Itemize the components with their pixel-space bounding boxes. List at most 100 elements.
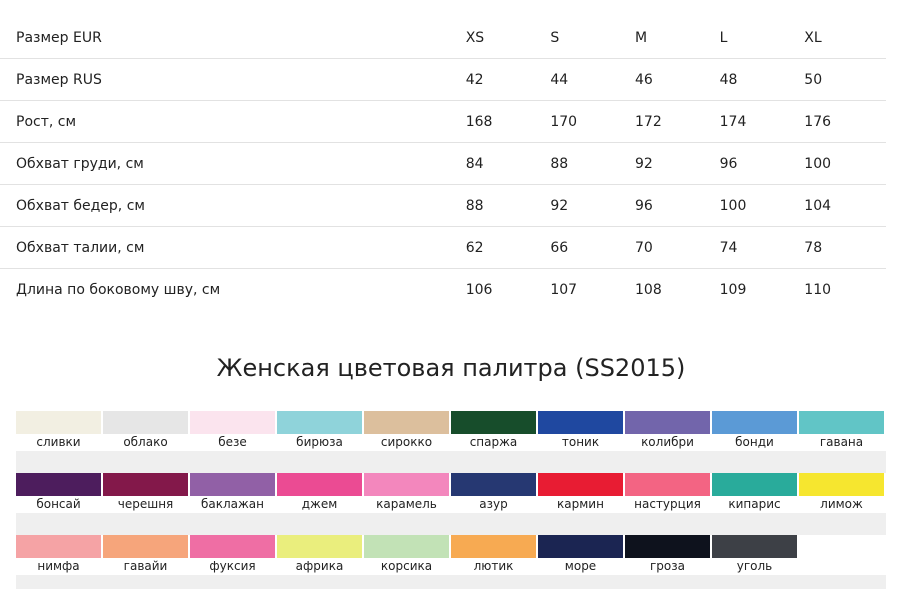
size-cell: 46 <box>635 58 720 101</box>
color-swatch: кипарис <box>712 473 797 513</box>
color-name: безе <box>218 435 247 449</box>
color-chip <box>277 535 362 558</box>
color-chip <box>16 473 101 496</box>
size-cell: 168 <box>465 100 551 143</box>
color-name: баклажан <box>200 497 265 511</box>
color-chip <box>451 535 536 558</box>
color-chip <box>190 411 275 434</box>
color-name: джем <box>301 497 338 511</box>
color-swatch: нимфа <box>16 535 101 575</box>
palette-row-divider <box>16 575 886 589</box>
size-cell: 96 <box>635 184 720 227</box>
size-cell: 88 <box>465 184 551 227</box>
color-name: фуксия <box>209 559 256 573</box>
size-cell: 174 <box>719 100 805 143</box>
size-cell: 106 <box>465 281 493 298</box>
color-name: бирюза <box>296 435 343 449</box>
color-swatch: бирюза <box>277 411 362 451</box>
color-chip <box>364 411 449 434</box>
color-swatch: бонди <box>712 411 797 451</box>
size-cell: 100 <box>719 184 805 227</box>
size-cell: 107 <box>550 281 578 298</box>
color-chip <box>799 411 884 434</box>
color-swatch: уголь <box>712 535 797 575</box>
size-cell: 66 <box>550 226 635 269</box>
color-name: гавана <box>819 435 864 449</box>
color-name: сирокко <box>380 435 433 449</box>
color-swatch: кармин <box>538 473 623 513</box>
color-swatch: спаржа <box>451 411 536 451</box>
size-row-label: Рост, см <box>0 100 466 143</box>
color-name: гроза <box>650 559 685 573</box>
color-chip <box>103 473 188 496</box>
color-name: бонди <box>735 435 774 449</box>
color-name: лютик <box>473 559 514 573</box>
color-chip <box>538 411 623 434</box>
size-cell: L <box>719 17 805 59</box>
color-name: корсика <box>380 559 433 573</box>
size-cell: 42 <box>465 58 551 101</box>
size-cell: 104 <box>804 184 886 227</box>
color-swatch: черешня <box>103 473 188 513</box>
size-row-label: Размер RUS <box>0 58 466 101</box>
size-cell: S <box>550 17 635 59</box>
color-name: колибри <box>641 435 694 449</box>
size-row: Обхват талии, см 62 66 70 74 78 <box>0 226 886 269</box>
size-cell: 48 <box>719 58 805 101</box>
color-chip <box>451 411 536 434</box>
size-row: Размер EUR XS S M L XL <box>0 17 886 59</box>
size-cell: 62 <box>465 226 551 269</box>
size-cell: 74 <box>719 226 805 269</box>
size-chart-table: Размер EUR XS S M L XL Размер RUS 42 44 46 48 50 Рос… <box>0 17 886 310</box>
color-chip <box>625 411 710 434</box>
palette-row-divider <box>16 451 886 473</box>
size-cell: 176 <box>804 100 886 143</box>
size-row: Размер RUS 42 44 46 48 50 <box>0 58 886 101</box>
color-swatch: азур <box>451 473 536 513</box>
color-chip <box>16 411 101 434</box>
size-cell: 109 <box>719 281 747 298</box>
color-swatch: гроза <box>625 535 710 575</box>
color-chip <box>538 535 623 558</box>
size-cell: 110 <box>804 281 832 298</box>
color-chip <box>103 535 188 558</box>
size-cell: 44 <box>550 58 635 101</box>
color-swatch: безе <box>190 411 275 451</box>
size-row-label: Размер EUR <box>0 17 466 59</box>
color-name: кармин <box>557 497 604 511</box>
palette-title: Женская цветовая палитра (SS2015) <box>216 354 686 382</box>
color-chip <box>277 473 362 496</box>
color-swatch: гавана <box>799 411 884 451</box>
color-name: облако <box>123 435 168 449</box>
size-cell: 100 <box>804 142 886 185</box>
color-name: черешня <box>117 497 174 511</box>
palette-row: нимфа гавайи фуксия африка корсика лютик море г… <box>16 535 886 597</box>
color-swatch: облако <box>103 411 188 451</box>
size-row-label: Длина по боковому шву, см <box>16 281 221 298</box>
size-cell: M <box>635 17 720 59</box>
size-cell: XL <box>804 17 886 59</box>
size-cell: 108 <box>635 281 662 298</box>
color-name: карамель <box>376 497 437 511</box>
color-chip <box>16 535 101 558</box>
color-swatch: сирокко <box>364 411 449 451</box>
size-row-label: Обхват груди, см <box>0 142 466 185</box>
color-swatch: тоник <box>538 411 623 451</box>
color-swatch: бонсай <box>16 473 101 513</box>
color-name: африка <box>295 559 344 573</box>
size-cell: 92 <box>635 142 720 185</box>
size-row: Рост, см 168 170 172 174 176 <box>0 100 886 143</box>
color-swatch: настурция <box>625 473 710 513</box>
color-chip <box>277 411 362 434</box>
color-name: тоник <box>561 435 600 449</box>
color-swatch: фуксия <box>190 535 275 575</box>
color-chip <box>712 473 797 496</box>
color-name: сливки <box>36 435 81 449</box>
color-chip <box>190 535 275 558</box>
color-swatch: гавайи <box>103 535 188 575</box>
color-swatch: джем <box>277 473 362 513</box>
palette-row-divider <box>16 513 886 535</box>
color-name: азур <box>479 497 508 511</box>
color-swatch: сливки <box>16 411 101 451</box>
palette-row: сливки облако безе бирюза сирокко спаржа тоник… <box>16 411 886 473</box>
